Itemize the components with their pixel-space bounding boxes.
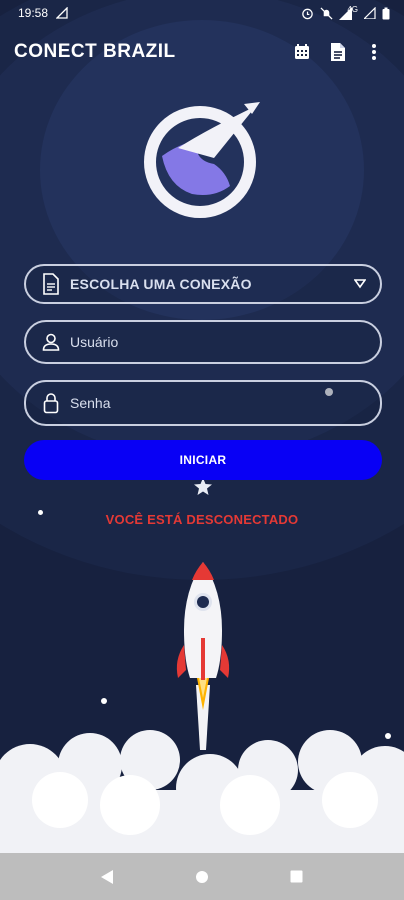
lock-icon (40, 392, 62, 414)
connection-status: VOCÊ ESTÁ DESCONECTADO (105, 512, 299, 527)
chevron-down-icon (354, 279, 366, 289)
signal-alt-icon (56, 7, 68, 19)
battery-icon (382, 7, 390, 19)
document-button[interactable] (322, 36, 354, 68)
username-placeholder: Usuário (70, 334, 119, 350)
star-shape (194, 478, 212, 495)
app-title: CONECT BRAZIL (14, 41, 176, 62)
recents-button[interactable] (277, 857, 317, 897)
status-bar: 19:58 4G (0, 0, 404, 26)
network-label: 4G (347, 4, 358, 14)
username-field[interactable]: Usuário (24, 320, 382, 364)
home-button[interactable] (182, 857, 222, 897)
status-time: 19:58 (18, 6, 49, 20)
calendar-icon (295, 44, 309, 59)
start-button[interactable]: INICIAR (24, 440, 382, 480)
recents-icon (290, 870, 303, 883)
home-icon (195, 870, 208, 883)
file-icon (40, 273, 62, 295)
connection-select-value: ESCOLHA UMA CONEXÃO (70, 276, 252, 292)
mute-icon (320, 6, 333, 20)
password-placeholder: Senha (70, 395, 111, 411)
document-icon (331, 43, 345, 61)
more-options-button[interactable] (358, 36, 390, 68)
more-vert-icon (372, 44, 376, 60)
signal-icon (364, 7, 376, 19)
back-button[interactable] (87, 857, 127, 897)
connection-select[interactable]: ESCOLHA UMA CONEXÃO (24, 264, 382, 304)
clouds-illustration (0, 730, 404, 855)
alarm-icon (302, 8, 314, 19)
app-logo (144, 102, 260, 218)
system-nav-bar (0, 853, 404, 900)
person-icon (40, 331, 62, 353)
back-icon (101, 869, 114, 884)
calendar-button[interactable] (286, 36, 318, 68)
password-field[interactable]: Senha (24, 380, 382, 426)
app-bar: CONECT BRAZIL (0, 30, 404, 74)
